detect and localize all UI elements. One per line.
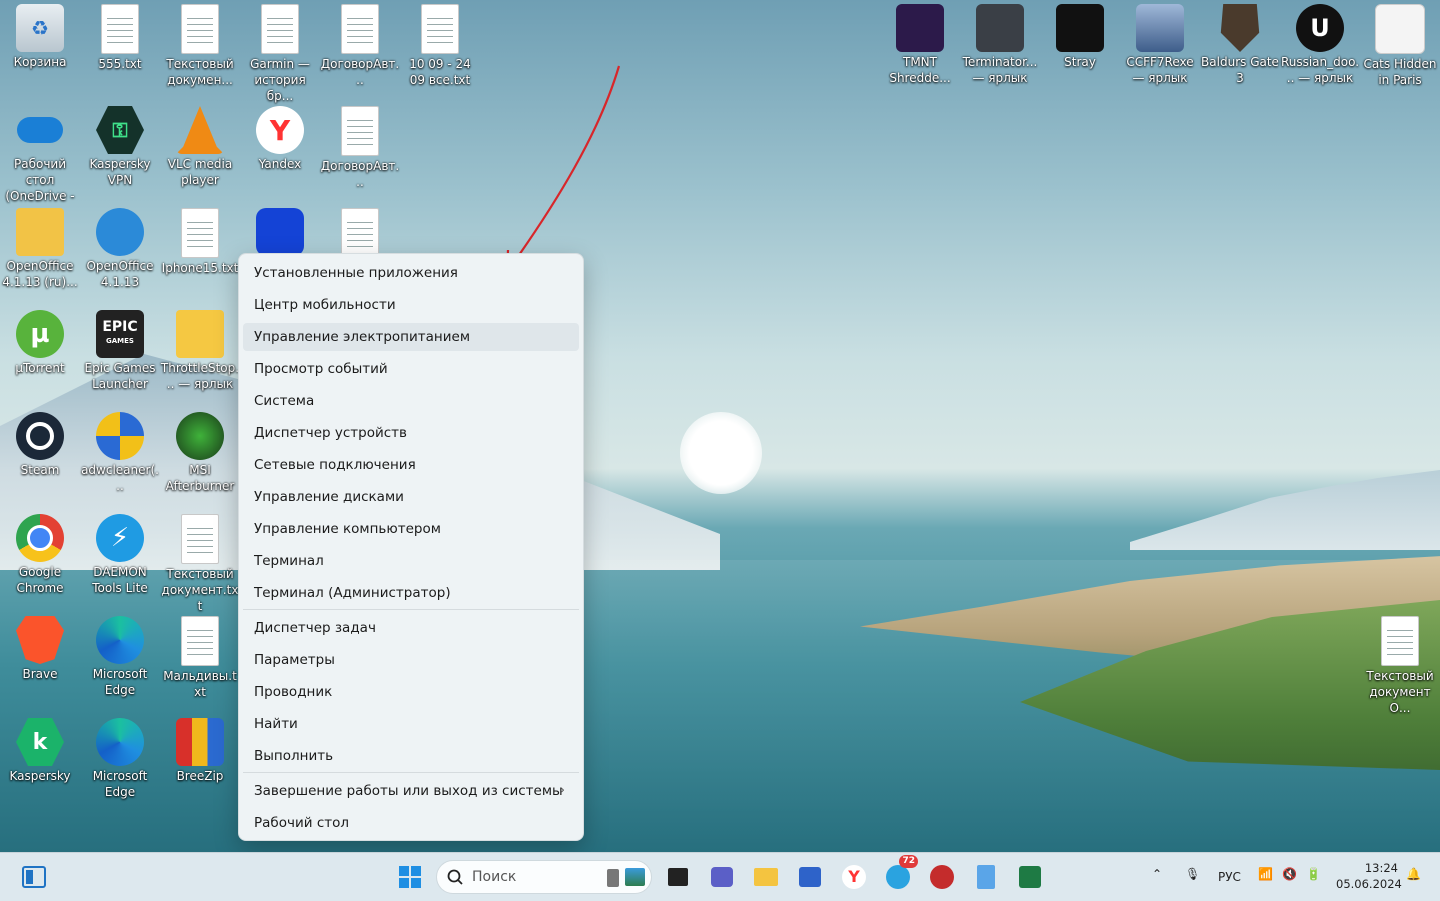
telegram-icon xyxy=(886,865,910,889)
app-red-icon xyxy=(930,865,954,889)
store-icon xyxy=(799,867,821,887)
widgets-button[interactable] xyxy=(20,863,48,891)
taskbar-microsoft-store[interactable] xyxy=(796,863,824,891)
menu-item-event-viewer[interactable]: Просмотр событий xyxy=(243,355,579,383)
search-icon xyxy=(447,869,463,885)
menu-item-network-connections[interactable]: Сетевые подключения xyxy=(243,451,579,479)
chevron-right-icon: › xyxy=(559,783,565,798)
taskbar-telegram[interactable]: 72 xyxy=(884,855,918,891)
task-view-icon xyxy=(668,868,688,886)
taskbar-notepad[interactable] xyxy=(972,863,1000,891)
menu-item-label: Проводник xyxy=(254,684,333,700)
search-highlight-map-icon xyxy=(625,868,645,886)
menu-item-label: Завершение работы или выход из системы xyxy=(254,783,563,799)
menu-item-system[interactable]: Система xyxy=(243,387,579,415)
taskbar-excel[interactable] xyxy=(1016,863,1044,891)
taskbar-app-red[interactable] xyxy=(928,863,956,891)
taskbar: Поиск Y 72 ⌃ 🎙 РУС 📶 🔇 🔋 13:24 05.06.202… xyxy=(0,852,1440,901)
menu-item-label: Управление электропитанием xyxy=(254,329,470,345)
menu-item-installed-apps[interactable]: Установленные приложения xyxy=(243,259,579,287)
menu-item-label: Диспетчер задач xyxy=(254,620,376,636)
clock-date: 05.06.2024 xyxy=(1336,877,1402,891)
annotation-arrow xyxy=(493,65,621,292)
menu-separator xyxy=(243,772,579,773)
menu-item-disk-management[interactable]: Управление дисками xyxy=(243,483,579,511)
clock[interactable]: 13:24 05.06.2024 xyxy=(1336,860,1402,892)
windows-logo-icon xyxy=(399,866,421,888)
menu-item-label: Система xyxy=(254,393,315,409)
menu-item-search[interactable]: Найти xyxy=(243,710,579,738)
wifi-icon[interactable]: 📶 xyxy=(1258,867,1273,881)
excel-icon xyxy=(1019,866,1041,888)
menu-item-task-manager[interactable]: Диспетчер задач xyxy=(243,614,579,642)
taskbar-task-view[interactable] xyxy=(664,863,692,891)
menu-item-label: Установленные приложения xyxy=(254,265,458,281)
menu-item-label: Управление компьютером xyxy=(254,521,441,537)
teams-icon xyxy=(711,867,733,887)
taskbar-search-box[interactable]: Поиск xyxy=(436,860,652,894)
yandex-icon: Y xyxy=(842,865,866,889)
folder-icon xyxy=(754,868,778,886)
volume-muted-icon[interactable]: 🔇 xyxy=(1282,867,1297,881)
menu-item-computer-management[interactable]: Управление компьютером xyxy=(243,515,579,543)
menu-item-terminal[interactable]: Терминал xyxy=(243,547,579,575)
menu-item-shutdown-signout[interactable]: Завершение работы или выход из системы › xyxy=(243,777,579,805)
telegram-unread-badge: 72 xyxy=(899,855,918,868)
start-context-menu: Установленные приложения Центр мобильнос… xyxy=(238,253,584,841)
clock-time: 13:24 xyxy=(1364,861,1398,875)
menu-item-device-manager[interactable]: Диспетчер устройств xyxy=(243,419,579,447)
menu-item-label: Сетевые подключения xyxy=(254,457,416,473)
battery-icon[interactable]: 🔋 xyxy=(1306,867,1321,881)
menu-item-settings[interactable]: Параметры xyxy=(243,646,579,674)
menu-item-label: Терминал xyxy=(254,553,324,569)
menu-item-label: Просмотр событий xyxy=(254,361,388,377)
taskbar-yandex-browser[interactable]: Y xyxy=(840,863,868,891)
menu-item-label: Терминал (Администратор) xyxy=(254,585,451,601)
search-highlight-icon xyxy=(607,869,619,887)
notification-bell-icon[interactable]: 🔔 xyxy=(1406,867,1421,881)
chevron-up-icon[interactable]: ⌃ xyxy=(1152,867,1162,881)
menu-item-label: Выполнить xyxy=(254,748,334,764)
menu-item-label: Управление дисками xyxy=(254,489,404,505)
menu-item-label: Параметры xyxy=(254,652,335,668)
menu-item-terminal-admin[interactable]: Терминал (Администратор) xyxy=(243,579,579,607)
menu-separator xyxy=(243,609,579,610)
taskbar-file-explorer[interactable] xyxy=(752,863,780,891)
menu-item-label: Диспетчер устройств xyxy=(254,425,408,441)
menu-item-mobility-center[interactable]: Центр мобильности xyxy=(243,291,579,319)
menu-item-label: Найти xyxy=(254,716,298,732)
search-placeholder: Поиск xyxy=(472,869,517,885)
language-indicator[interactable]: РУС xyxy=(1218,870,1241,884)
menu-item-desktop[interactable]: Рабочий стол xyxy=(243,809,579,837)
microphone-icon[interactable]: 🎙 xyxy=(1185,867,1200,881)
menu-item-label: Центр мобильности xyxy=(254,297,396,313)
start-button[interactable] xyxy=(396,863,424,891)
menu-item-power-options[interactable]: Управление электропитанием xyxy=(243,323,579,351)
menu-item-file-explorer[interactable]: Проводник xyxy=(243,678,579,706)
taskbar-teams[interactable] xyxy=(708,863,736,891)
widgets-icon xyxy=(22,866,46,888)
menu-item-run[interactable]: Выполнить xyxy=(243,742,579,770)
notepad-icon xyxy=(977,865,995,889)
menu-item-label: Рабочий стол xyxy=(254,815,349,831)
